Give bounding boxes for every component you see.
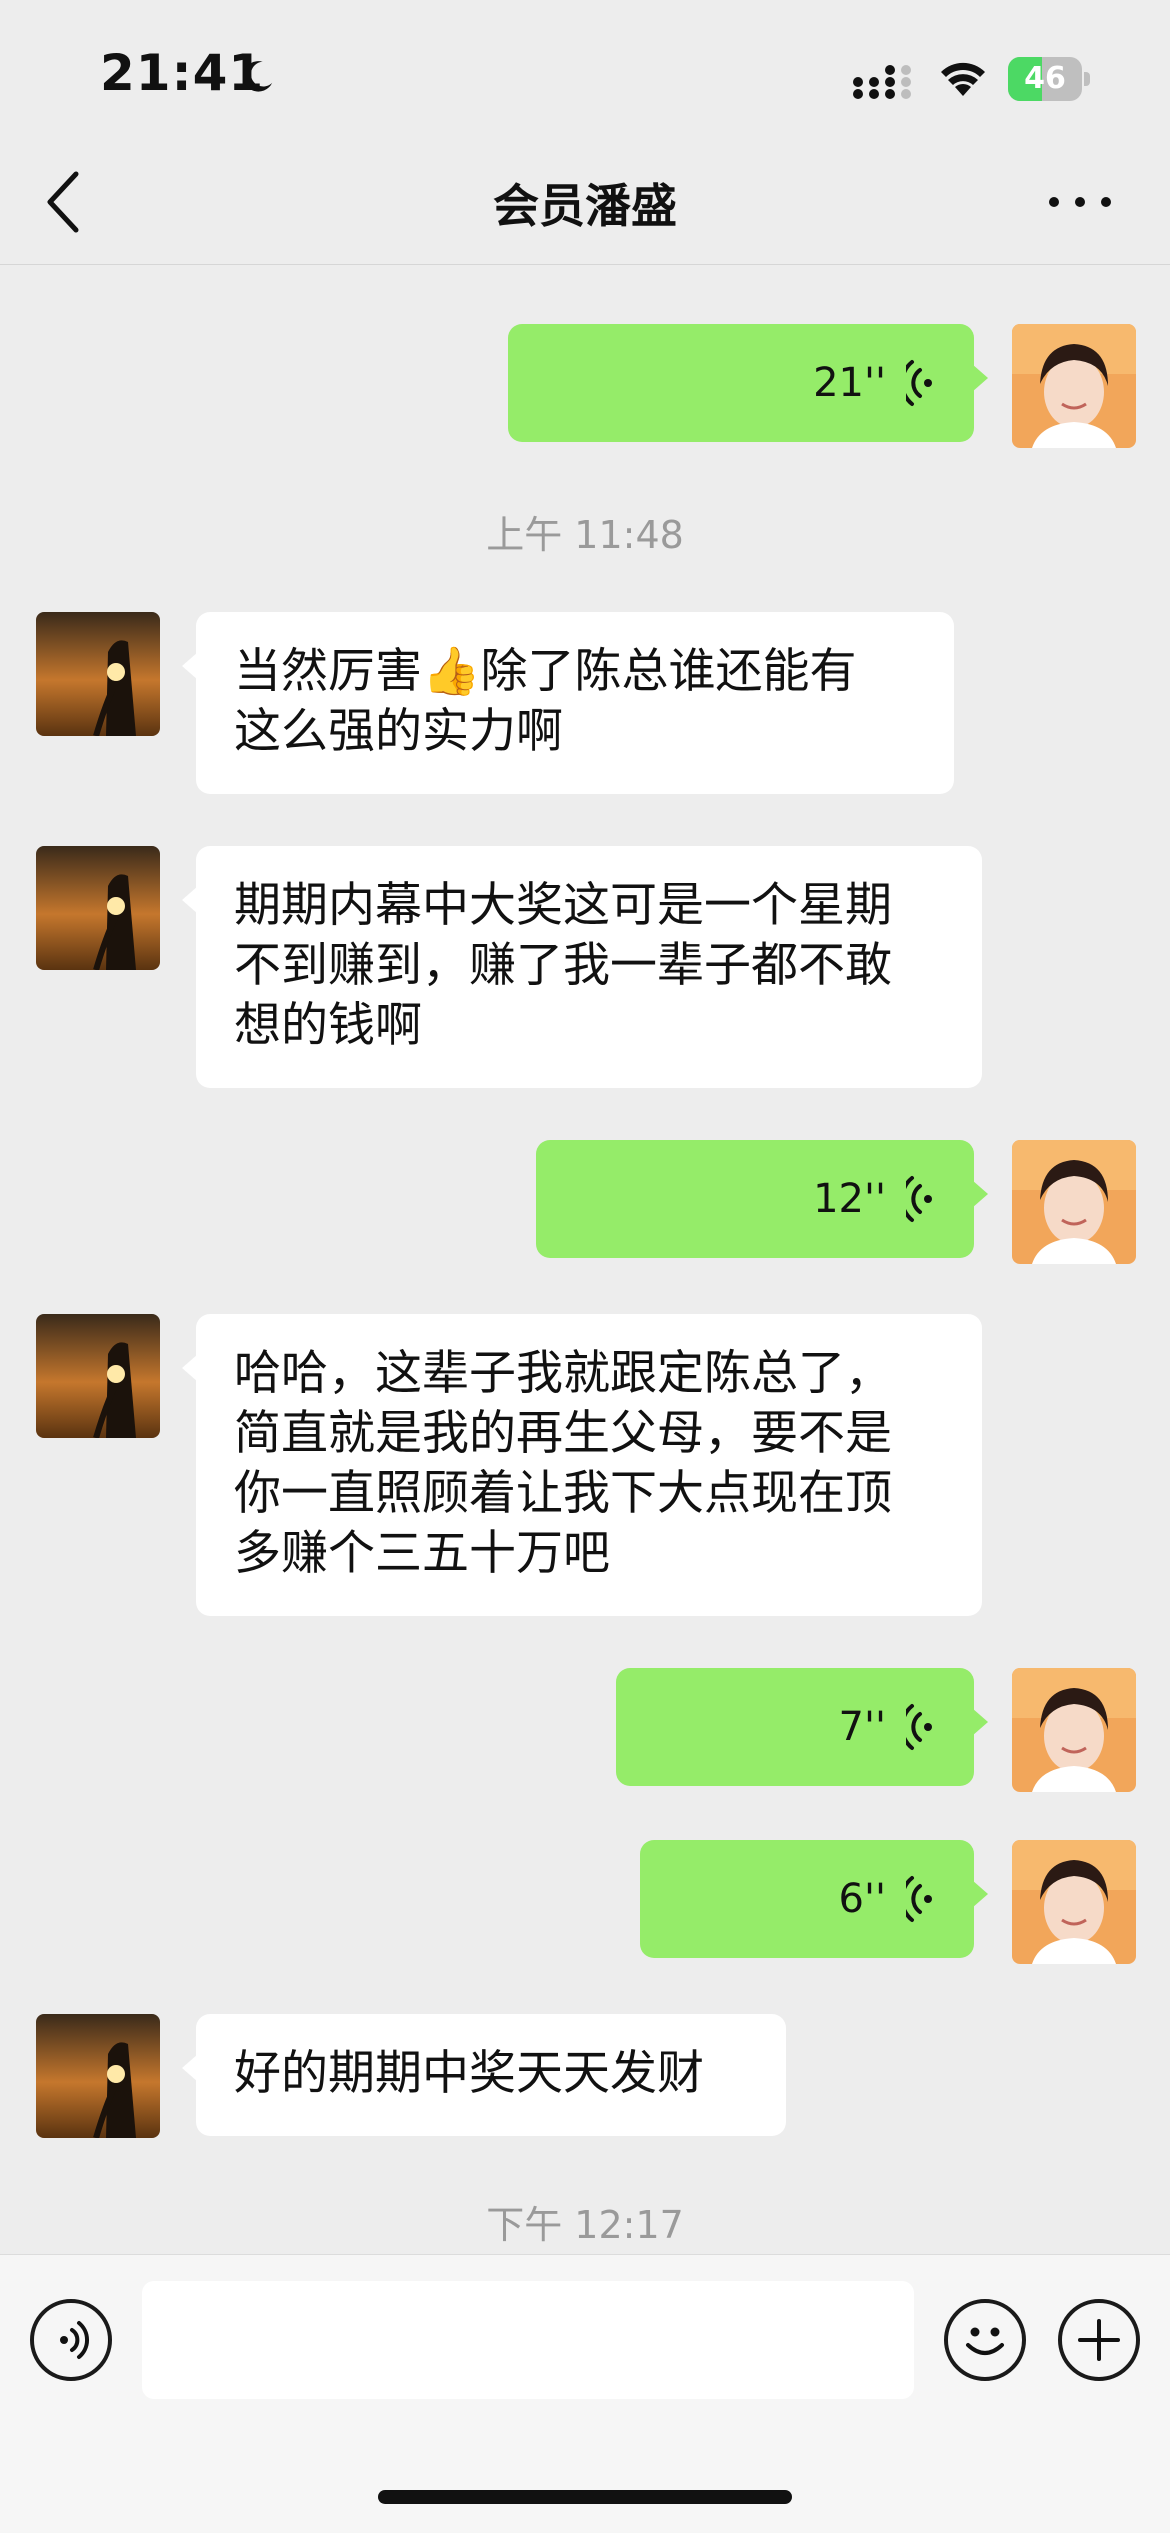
- voice-duration: 6'': [838, 1876, 886, 1922]
- cellular-signal-icon: [853, 65, 911, 99]
- voice-duration: 12'': [813, 1176, 886, 1222]
- voice-message-bubble[interactable]: 7'': [616, 1668, 988, 1786]
- message-bubble[interactable]: 哈哈，这辈子我就跟定陈总了， 简直就是我的再生父母，要不是 你一直照顾着让我下大…: [182, 1314, 982, 1616]
- my-avatar[interactable]: [1012, 1668, 1136, 1792]
- contact-avatar[interactable]: [36, 846, 160, 970]
- contact-avatar[interactable]: [36, 612, 160, 736]
- chat-title: 会员潘盛: [493, 179, 677, 233]
- message-bubble[interactable]: 好的期期中奖天天发财: [182, 2014, 786, 2136]
- my-avatar[interactable]: [1012, 1140, 1136, 1264]
- battery-level-text: 46: [1024, 61, 1066, 96]
- voice-duration: 7'': [838, 1704, 886, 1750]
- wifi-icon: [941, 62, 985, 96]
- contact-avatar[interactable]: [36, 1314, 160, 1438]
- voice-mode-icon[interactable]: [30, 2299, 112, 2381]
- message-text: 好的期期中奖天天发财: [234, 2046, 704, 2101]
- voice-duration: 21'': [813, 360, 886, 406]
- message-bubble[interactable]: 期期内幕中大奖这可是一个星期 不到赚到，赚了我一辈子都不敢 想的钱啊: [182, 846, 982, 1088]
- message-text: 当然厉害👍除了陈总谁还能有 这么强的实力啊: [234, 644, 857, 759]
- message-bubble[interactable]: 当然厉害👍除了陈总谁还能有 这么强的实力啊: [182, 612, 954, 794]
- home-indicator: [378, 2490, 792, 2504]
- contact-avatar[interactable]: [36, 2014, 160, 2138]
- message-input[interactable]: [142, 2281, 914, 2399]
- message-timestamp: 上午 11:48: [486, 513, 684, 557]
- voice-wave-icon: [906, 1876, 932, 1922]
- message-timestamp: 下午 12:17: [486, 2203, 684, 2247]
- message-text: 期期内幕中大奖这可是一个星期 不到赚到，赚了我一辈子都不敢 想的钱啊: [234, 878, 892, 1053]
- my-avatar[interactable]: [1012, 324, 1136, 448]
- voice-message-bubble[interactable]: 12'': [536, 1140, 988, 1258]
- emoji-icon[interactable]: [944, 2299, 1026, 2381]
- more-dots-icon[interactable]: [1040, 182, 1120, 222]
- moon-icon: [243, 61, 273, 92]
- voice-message-bubble[interactable]: 21'': [508, 324, 988, 442]
- voice-wave-icon: [906, 360, 932, 406]
- battery-indicator: 46: [1008, 57, 1090, 101]
- voice-wave-icon: [906, 1704, 932, 1750]
- message-text: 哈哈，这辈子我就跟定陈总了， 简直就是我的再生父母，要不是 你一直照顾着让我下大…: [234, 1346, 892, 1581]
- voice-message-bubble[interactable]: 6'': [640, 1840, 988, 1958]
- status-bar: 21:41 46: [0, 0, 1170, 140]
- my-avatar[interactable]: [1012, 1840, 1136, 1964]
- plus-icon[interactable]: [1058, 2299, 1140, 2381]
- chat-header: 会员潘盛: [0, 140, 1170, 265]
- voice-wave-icon: [906, 1176, 932, 1222]
